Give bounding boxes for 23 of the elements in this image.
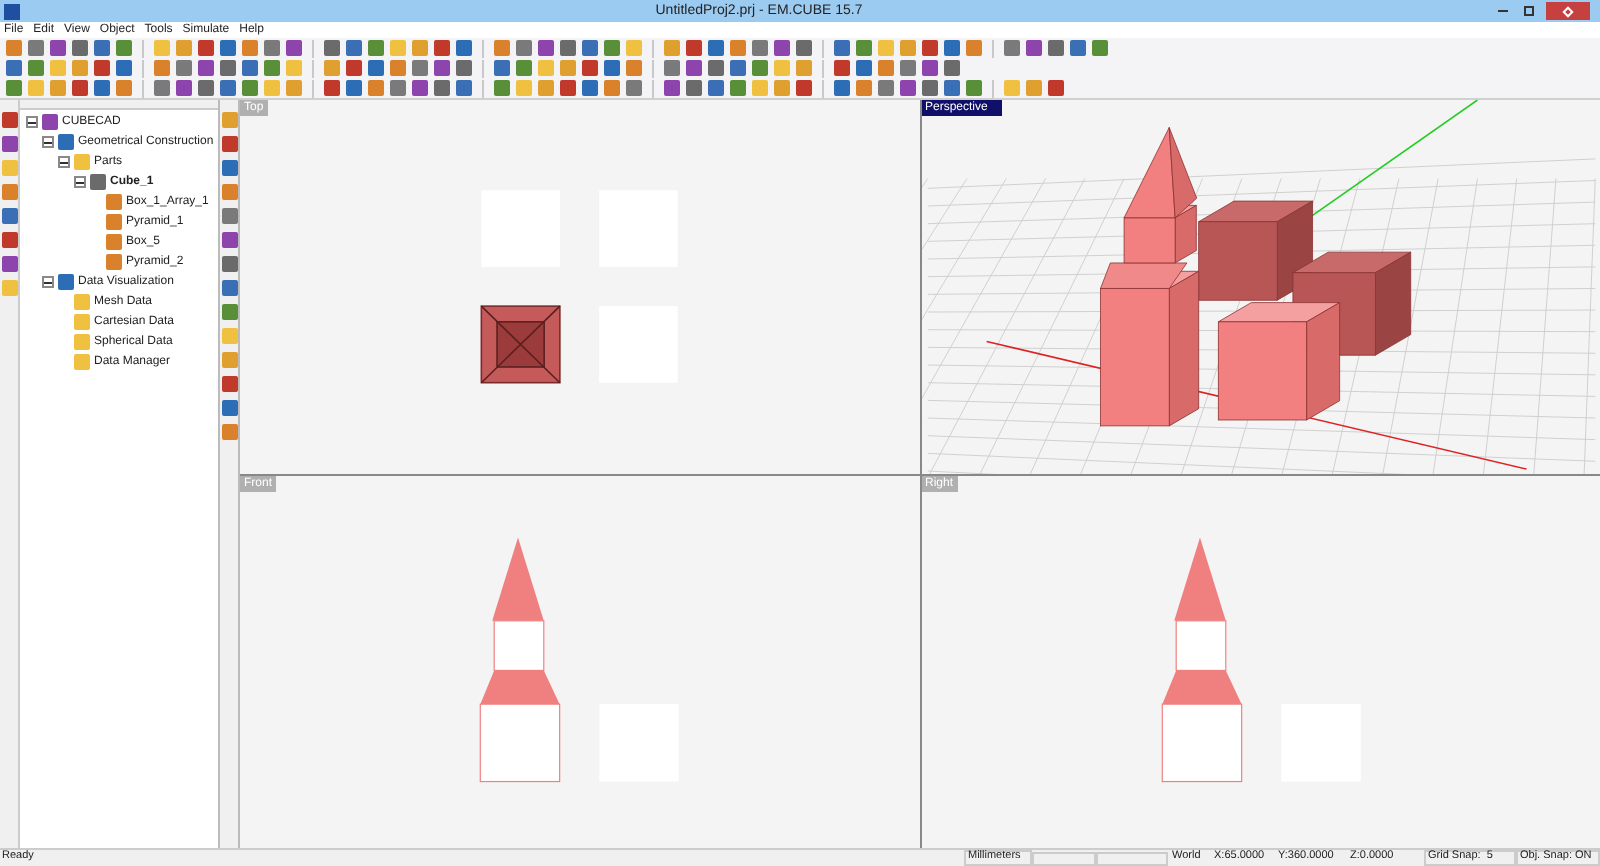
expander-icon[interactable] <box>74 176 86 188</box>
tree-node-icon[interactable] <box>90 174 106 190</box>
restore-icon[interactable] <box>1524 6 1534 16</box>
tree-node-icon[interactable] <box>74 294 90 310</box>
tree-node-icon[interactable] <box>42 114 58 130</box>
expander-icon[interactable] <box>58 156 70 168</box>
tree-node-icon[interactable] <box>74 334 90 350</box>
tree-node-icon[interactable] <box>106 234 122 250</box>
pyramid-drawing <box>480 305 561 384</box>
tree-node-icon[interactable] <box>106 194 122 210</box>
minimize-icon[interactable] <box>1498 10 1508 12</box>
tree-node-icon[interactable] <box>106 254 122 270</box>
tree-node-icon[interactable] <box>106 214 122 230</box>
close-button[interactable] <box>1546 2 1590 20</box>
tree-node-icon[interactable] <box>58 134 74 150</box>
tree-node-icon[interactable] <box>74 154 90 170</box>
tree-node-icon[interactable] <box>74 314 90 330</box>
tree-node-icon[interactable] <box>74 354 90 370</box>
tree-node-icon[interactable] <box>58 274 74 290</box>
expander-icon[interactable] <box>42 276 54 288</box>
expander-icon[interactable] <box>42 136 54 148</box>
app-icon <box>4 3 20 19</box>
expander-icon[interactable] <box>26 116 38 128</box>
